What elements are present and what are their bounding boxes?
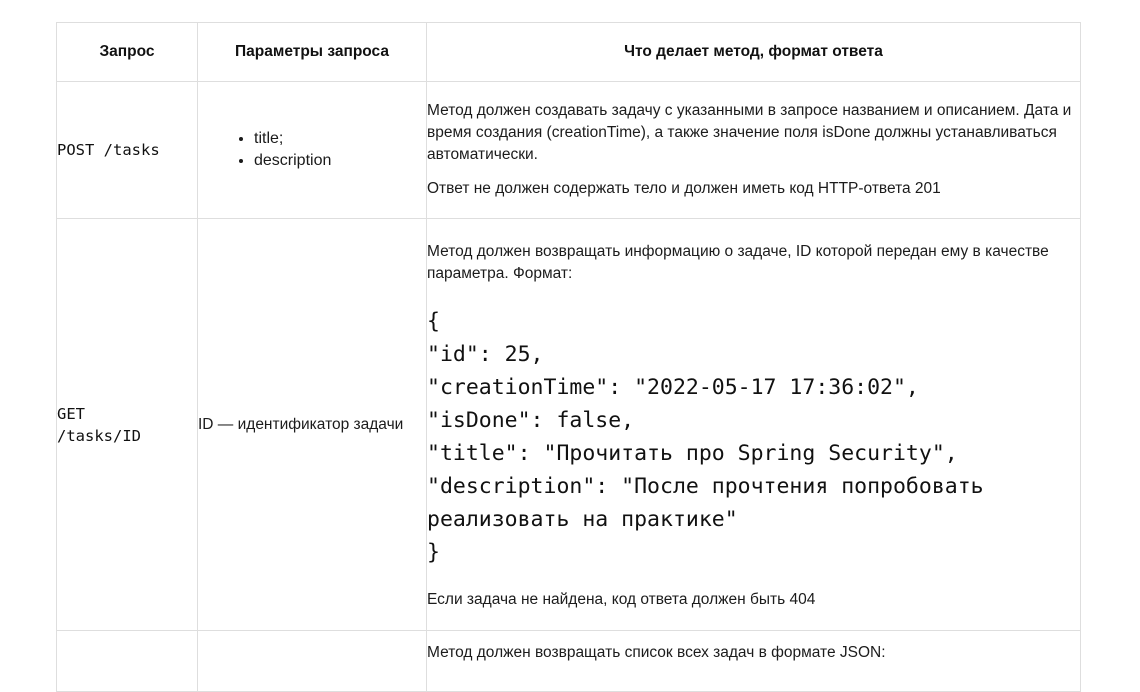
header-params: Параметры запроса [197,22,427,82]
description-cell: Метод должен возвращать список всех зада… [426,630,1081,692]
description-text: Если задача не найдена, код ответа долже… [427,590,816,608]
description-text: Метод должен возвращать список всех зада… [427,644,886,661]
params-cell [197,630,427,692]
table-header-row: Запрос Параметры запроса Что делает мето… [56,22,1081,82]
request-path: /tasks/ID [57,426,141,445]
header-description: Что делает метод, формат ответа [426,22,1081,82]
request-cell [56,630,198,692]
description-text: Метод должен возвращать информацию о зад… [427,242,1049,282]
request-cell: POST /tasks [56,81,198,219]
list-item: description [254,150,426,172]
params-list: title; description [198,128,426,172]
params-cell: title; description [197,81,427,219]
table-row: GET /tasks/ID ID — идентификатор задачи … [56,218,1081,631]
description-cell: Метод должен создавать задачу с указанны… [426,81,1081,219]
table-row: POST /tasks title; description Метод дол… [56,81,1081,219]
description-text: Метод должен создавать задачу с указанны… [427,102,1072,163]
description-text: Ответ не должен содержать тело и должен … [427,180,941,197]
json-example: { "id": 25, "creationTime": "2022-05-17 … [427,308,984,565]
request-method-path: POST /tasks [57,141,160,159]
table-row: Метод должен возвращать список всех зада… [56,630,1081,692]
request-method: GET [57,404,85,423]
params-cell: ID — идентификатор задачи [197,218,427,631]
header-request: Запрос [56,22,198,82]
api-methods-table: Запрос Параметры запроса Что делает мето… [56,22,1081,692]
request-cell: GET /tasks/ID [56,218,198,631]
description-cell: Метод должен возвращать информацию о зад… [426,218,1081,631]
list-item: title; [254,128,426,150]
params-text: ID — идентификатор задачи [198,415,404,433]
